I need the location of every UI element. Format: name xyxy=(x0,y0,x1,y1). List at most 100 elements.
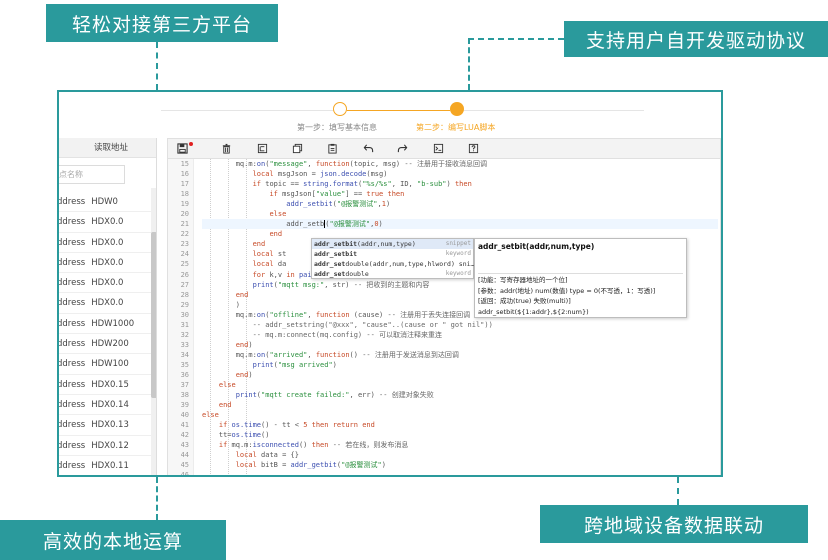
list-item[interactable]: ddress HDX0.12 xyxy=(59,436,151,456)
autocomplete-kind: keyword xyxy=(445,250,471,257)
delete-icon[interactable] xyxy=(221,143,232,154)
address-value: HDX0.13 xyxy=(91,420,129,431)
lua-script-editor[interactable]: 15 16 17 18 19 20 21 22 23 24 25 26 27 2… xyxy=(167,138,721,477)
banner-third-party: 轻松对接第三方平台 xyxy=(46,4,278,42)
code-line: if mq.m:isconnected() then -- 若在线，则发布消息 xyxy=(218,441,409,450)
address-prefix: ddress xyxy=(59,257,86,268)
address-value: HDX0.11 xyxy=(91,460,129,471)
autocomplete-name: addr_set xyxy=(314,270,346,278)
list-item[interactable]: ddress HDX0.13 xyxy=(59,415,151,436)
address-value: HDW100 xyxy=(91,359,129,370)
autocomplete-args: double(addr,num,type,hlword) sni… xyxy=(345,260,475,268)
code-lines: mq.m:on("message", function(topic, msg) … xyxy=(202,159,718,475)
editor-toolbar xyxy=(168,139,720,159)
list-item[interactable]: ddress HDX0.11 xyxy=(59,456,151,475)
address-prefix: ddress xyxy=(59,278,86,289)
address-column-header: 读取地址 xyxy=(59,138,156,158)
list-item[interactable]: ddress HDW0 xyxy=(59,192,151,213)
line-number: 37 xyxy=(180,381,189,390)
help-icon[interactable] xyxy=(468,143,479,154)
line-number: 46 xyxy=(180,471,189,477)
point-name-search-input[interactable]: 点名称 xyxy=(59,165,125,184)
line-number: 33 xyxy=(180,340,189,349)
step-line-middle xyxy=(347,110,450,111)
autocomplete-args: (addr,num,type) xyxy=(357,240,416,248)
autocomplete-item[interactable]: addr_setbit keyword xyxy=(312,249,473,259)
doc-line: [功能：写寄存器地址的一个位] xyxy=(478,276,568,284)
address-prefix: ddress xyxy=(59,197,86,207)
line-number: 29 xyxy=(180,300,189,309)
list-item[interactable]: ddress HDX0.15 xyxy=(59,375,151,395)
step-line-left xyxy=(161,110,333,111)
address-value: HDX0.0 xyxy=(91,278,124,289)
code-line: if topic == string.format("%s/%s", ID, "… xyxy=(252,180,472,189)
address-prefix: ddress xyxy=(59,298,86,309)
connector-top-right-h xyxy=(468,38,564,40)
line-number-gutter: 15 16 17 18 19 20 21 22 23 24 25 26 27 2… xyxy=(168,159,194,477)
terminal-icon[interactable] xyxy=(433,143,444,154)
unsaved-dot-icon xyxy=(189,142,193,146)
address-prefix: ddress xyxy=(59,440,86,451)
step1-label[interactable]: 第一步：填写基本信息 xyxy=(297,122,377,133)
code-line: if msgJson["value"] == true then xyxy=(269,190,405,199)
step2-circle[interactable] xyxy=(450,102,464,116)
line-number: 30 xyxy=(180,310,189,319)
address-value: HDX0.14 xyxy=(91,399,129,410)
code-line: local msgJson = json.decode(msg) xyxy=(252,170,388,179)
address-value: HDX0.12 xyxy=(91,440,129,451)
connector-top-right-v xyxy=(468,38,470,90)
line-number: 44 xyxy=(180,451,189,460)
address-prefix: ddress xyxy=(59,339,86,350)
autocomplete-popup: addr_setbit(addr,num,type) snippet addr_s… xyxy=(311,238,474,279)
address-prefix: ddress xyxy=(59,379,86,390)
address-value: HDW1000 xyxy=(91,318,135,329)
code-area[interactable]: 15 16 17 18 19 20 21 22 23 24 25 26 27 2… xyxy=(168,159,720,477)
list-item[interactable]: ddress HDX0.0 xyxy=(59,273,151,294)
code-line: else xyxy=(202,411,219,420)
paste-icon[interactable] xyxy=(327,143,338,154)
undo-icon[interactable] xyxy=(363,143,374,154)
address-prefix: ddress xyxy=(59,318,86,329)
step2-label[interactable]: 第二步：编写LUA脚本 xyxy=(416,122,495,133)
address-value: HDX0.0 xyxy=(91,298,124,309)
autocomplete-name: addr_setbit xyxy=(314,240,358,248)
address-value: HDX0.0 xyxy=(91,257,124,268)
list-item[interactable]: ddress HDW200 xyxy=(59,334,151,355)
step1-circle[interactable] xyxy=(333,102,347,116)
list-item[interactable]: ddress HDX0.0 xyxy=(59,293,151,314)
line-number: 23 xyxy=(180,240,189,249)
line-number: 43 xyxy=(180,441,189,450)
code-line: end) xyxy=(235,370,253,379)
address-scrollbar-thumb[interactable] xyxy=(151,232,156,398)
copy-icon[interactable] xyxy=(292,143,303,154)
address-value: HDW0 xyxy=(91,197,118,207)
connector-bottom-right xyxy=(677,477,679,505)
connector-bottom-left xyxy=(156,477,158,520)
list-item[interactable]: ddress HDX0.0 xyxy=(59,253,151,274)
autocomplete-item[interactable]: addr_setdouble keyword xyxy=(312,269,473,279)
line-number: 31 xyxy=(180,320,189,329)
address-panel: 读取地址 点名称 ddress HDW0 ddress HDX0.0 ddress H… xyxy=(59,138,157,475)
banner-custom-driver: 支持用户自开发驱动协议 xyxy=(564,21,828,57)
doc-line: [返回：成功(true) 失败(multi)] xyxy=(478,297,571,305)
import-icon[interactable] xyxy=(257,143,268,154)
list-item[interactable]: ddress HDX0.0 xyxy=(59,233,151,253)
code-line: end) xyxy=(235,340,253,349)
autocomplete-item[interactable]: addr_setbit(addr,num,type) snippet xyxy=(312,239,473,249)
save-icon[interactable] xyxy=(177,143,188,154)
list-item[interactable]: ddress HDX0.14 xyxy=(59,395,151,416)
address-list: ddress HDW0 ddress HDX0.0 ddress HDX0.0 ddr… xyxy=(59,192,151,475)
list-item[interactable]: ddress HDX0.0 xyxy=(59,212,151,233)
line-number: 18 xyxy=(180,190,189,199)
autocomplete-item[interactable]: addr_setdouble(addr,num,type,hlword) sni… xyxy=(312,259,475,269)
line-number: 40 xyxy=(180,411,189,420)
connector-top-left xyxy=(156,42,158,90)
redo-icon[interactable] xyxy=(397,143,408,154)
line-number: 20 xyxy=(180,210,189,219)
list-item[interactable]: ddress HDW100 xyxy=(59,354,151,375)
code-line: addr_setbit("@报警测试",1) xyxy=(286,200,391,209)
list-item[interactable]: ddress HDW1000 xyxy=(59,314,151,335)
address-prefix: ddress xyxy=(59,460,86,471)
address-value: HDW200 xyxy=(91,339,129,350)
